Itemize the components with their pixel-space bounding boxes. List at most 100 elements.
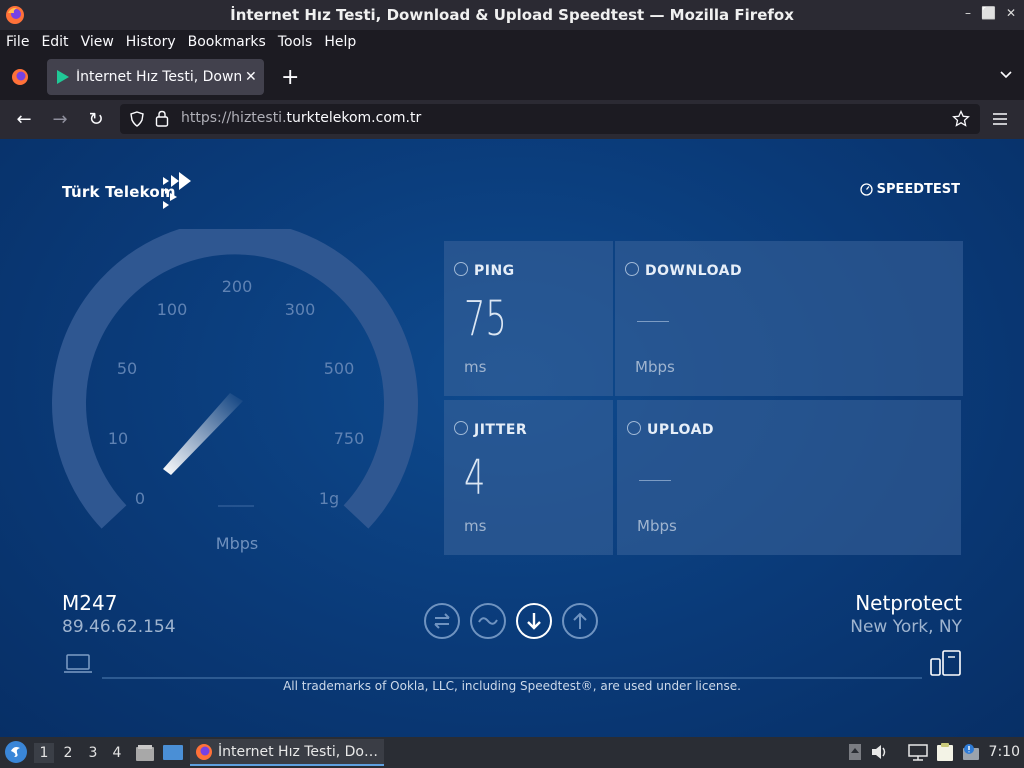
firefox-task-icon [196,744,212,760]
new-tab-button[interactable]: + [281,65,299,90]
download-icon [625,262,639,276]
url-prefix: https://hiztesti. [181,110,287,126]
upload-value-placeholder [639,480,671,481]
gauge-unit: Mbps [216,534,258,553]
lock-icon[interactable] [155,110,169,127]
back-button[interactable]: ← [14,110,34,130]
reload-button[interactable]: ↻ [86,110,106,130]
upload-icon [627,421,641,435]
start-menu-icon[interactable] [5,741,27,763]
menu-file[interactable]: File [6,34,29,50]
taskbar-task-title: İnternet Hız Testi, Do… [218,743,378,760]
download-value-placeholder [637,321,669,322]
play-arrows-logo-icon [163,172,191,209]
workspace-1[interactable]: 1 [34,743,54,763]
gauge-tick-1g: 1g [319,489,339,508]
test-mode-selector [424,603,598,639]
firefox-view-icon[interactable] [10,67,30,87]
desktop-icon[interactable] [162,743,184,763]
speedtest-link[interactable]: SPEEDTEST [859,182,960,197]
clipboard-icon[interactable] [936,742,954,762]
navigation-bar: ← → ↻ https://hiztesti.turktelekom.com.t… [0,100,1024,139]
jitter-label: JITTER [474,422,528,438]
gauge-tick-200: 200 [222,277,253,296]
client-ip: 89.46.62.154 [62,617,176,637]
server-info[interactable]: Netprotect New York, NY [850,591,962,637]
gauge-tick-300: 300 [285,300,316,319]
trademark-notice: All trademarks of Ookla, LLC, including … [283,679,741,693]
upload-mode-button[interactable] [562,603,598,639]
maximize-button[interactable]: ⬜ [981,6,996,20]
ping-label: PING [474,263,515,279]
gauge-tick-750: 750 [334,429,365,448]
tab-bar: İnternet Hız Testi, Downlo ✕ + [0,53,1024,100]
server-location: New York, NY [850,617,962,637]
file-manager-icon[interactable] [135,743,155,763]
workspace-2[interactable]: 2 [58,743,78,763]
gauge-needle [163,393,243,475]
notification-icon[interactable] [962,743,982,761]
menu-bookmarks[interactable]: Bookmarks [188,34,266,50]
network-icon[interactable] [908,744,928,761]
menu-bar: File Edit View History Bookmarks Tools H… [0,30,1024,53]
gauge-tick-0: 0 [135,489,145,508]
ping-tile: PING 75 ms [444,241,613,396]
tab-close-button[interactable]: ✕ [245,69,257,85]
window-title: İnternet Hız Testi, Download & Upload Sp… [230,6,794,24]
menu-tools[interactable]: Tools [278,34,313,50]
menu-view[interactable]: View [81,34,114,50]
client-info: M247 89.46.62.154 [62,591,176,637]
download-mode-button[interactable] [516,603,552,639]
chevron-down-icon[interactable] [1000,69,1012,81]
close-window-button[interactable]: ✕ [1006,6,1016,20]
minimize-button[interactable]: – [965,6,971,20]
workspace-4[interactable]: 4 [107,743,127,763]
upload-unit: Mbps [637,517,677,535]
window-titlebar: İnternet Hız Testi, Download & Upload Sp… [0,0,1024,30]
speed-gauge: 0 10 50 100 200 300 500 750 1g Mbps [52,229,418,553]
url-text[interactable]: https://hiztesti.turktelekom.com.tr [181,110,421,126]
gauge-tick-10: 10 [108,429,128,448]
ping-unit: ms [464,358,487,376]
wave-icon [478,617,498,625]
gauge-tick-50: 50 [117,359,137,378]
jitter-value: 4 [464,450,486,506]
download-label: DOWNLOAD [645,263,743,279]
multi-connection-mode-button[interactable] [424,603,460,639]
server-devices-icon [930,650,961,676]
workspace-3[interactable]: 3 [83,743,103,763]
taskbar-firefox-task[interactable]: İnternet Hız Testi, Do… [190,739,384,766]
star-icon[interactable] [952,110,970,128]
gauge-tick-100: 100 [157,300,188,319]
upload-label: UPLOAD [647,422,715,438]
menu-help[interactable]: Help [324,34,356,50]
tab-speedtest[interactable]: İnternet Hız Testi, Downlo ✕ [47,59,264,95]
volume-icon[interactable] [871,744,889,760]
upload-tile: UPLOAD Mbps [617,400,961,555]
single-connection-mode-button[interactable] [470,603,506,639]
url-domain: turktelekom.com.tr [286,110,422,126]
shield-icon[interactable] [129,111,145,127]
menu-history[interactable]: History [126,34,176,50]
menu-edit[interactable]: Edit [41,34,68,50]
multi-arrows-icon [434,613,450,629]
hamburger-menu-icon[interactable] [992,112,1008,126]
download-tile: DOWNLOAD Mbps [615,241,963,396]
speedtest-link-label: SPEEDTEST [876,182,960,197]
laptop-icon [64,654,92,673]
forward-button[interactable]: → [50,110,70,130]
url-bar[interactable]: https://hiztesti.turktelekom.com.tr [120,104,980,134]
speedtest-page: Türk Telekom SPEEDTEST 0 10 50 100 200 3… [0,139,1024,737]
turk-telekom-logo[interactable]: Türk Telekom [62,172,191,209]
tab-title: İnternet Hız Testi, Downlo [76,69,241,85]
taskbar-clock[interactable]: 7:10 [989,744,1020,760]
gauge-tick-500: 500 [324,359,355,378]
jitter-icon [454,421,468,435]
taskbar: 1 2 3 4 İnternet Hız Testi, Do… 7:10 [0,737,1024,768]
site-favicon-icon [57,70,69,84]
arrow-up-icon [573,612,587,629]
jitter-unit: ms [464,517,487,535]
server-host[interactable]: Netprotect [850,591,962,615]
ping-icon [454,262,468,276]
tray-arrow-up-icon[interactable] [849,744,861,760]
